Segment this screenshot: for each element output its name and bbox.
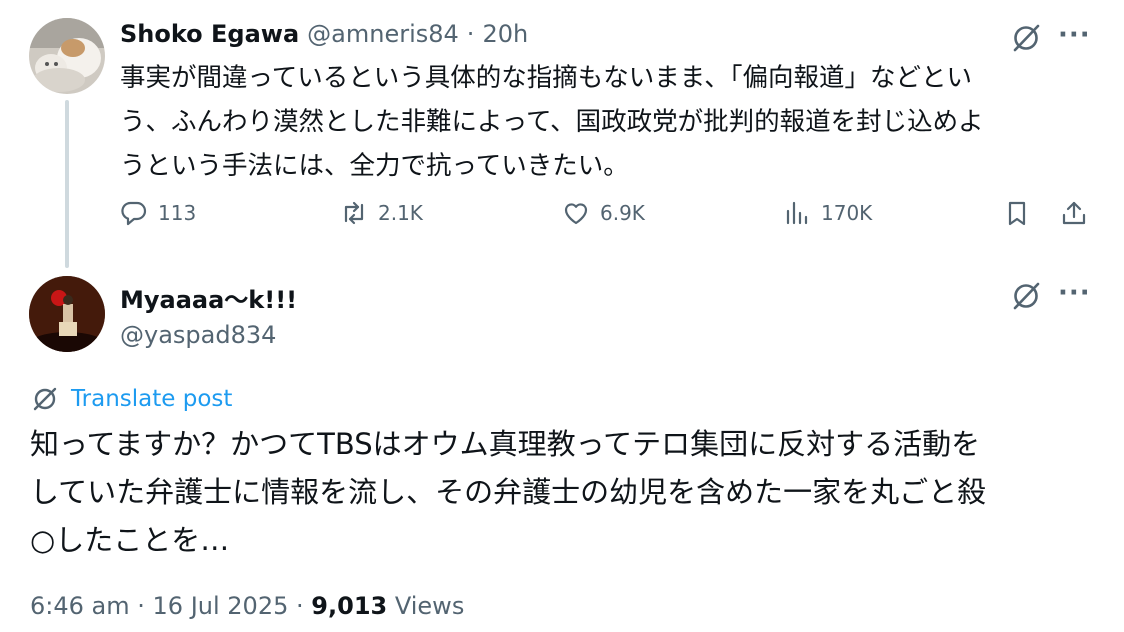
- main-author-block: Myaaaa〜k!!! @yaspad834: [120, 280, 297, 349]
- separator-dot: ·: [296, 592, 304, 620]
- avatar-myaaaa-k[interactable]: [29, 276, 105, 352]
- main-tweet-text: 知ってますか？かつてTBSはオウム真理教ってテロ集団に反対する活動を していた弁…: [30, 420, 1100, 564]
- views-button[interactable]: 170K: [783, 199, 872, 227]
- grok-button[interactable]: [1010, 280, 1042, 316]
- tweet-text-line: ○したことを…: [30, 523, 230, 557]
- separator-dot: ·: [137, 592, 145, 620]
- more-options-button[interactable]: ···: [1058, 20, 1091, 50]
- tweet-text-line: うという手法には、全力で抗っていきたい。: [120, 151, 629, 181]
- share-icon: [1062, 201, 1086, 225]
- views-count: 170K: [821, 201, 873, 225]
- tweet-text-line: していた弁護士に情報を流し、その弁護士の幼児を含めた一家を丸ごと殺: [30, 475, 987, 509]
- tweet-footer: 6:46 am · 16 Jul 2025 · 9,013 Views: [30, 592, 464, 620]
- post-date[interactable]: 16 Jul 2025: [153, 592, 289, 620]
- more-icon: ···: [1058, 278, 1091, 308]
- grok-icon: [33, 387, 57, 411]
- tweet-text-line: 事実が間違っているという具体的な指摘もないまま、「偏向報道」などとい: [120, 63, 972, 93]
- separator-dot: ·: [466, 20, 475, 48]
- tweet-time[interactable]: 20h: [482, 20, 528, 48]
- more-icon: ···: [1058, 20, 1091, 50]
- grok-button[interactable]: [1010, 22, 1042, 58]
- thread-connector: [65, 100, 69, 268]
- views-total: 9,013: [311, 592, 388, 620]
- avatar-shoko-egawa[interactable]: [29, 18, 105, 94]
- author-handle[interactable]: @amneris84: [307, 20, 459, 48]
- repost-button[interactable]: 2.1K: [340, 199, 423, 227]
- like-button[interactable]: 6.9K: [562, 199, 645, 227]
- parent-tweet-text: 事実が間違っているという具体的な指摘もないまま、「偏向報道」などとい う、ふんわ…: [120, 56, 1080, 188]
- parent-tweet-header: Shoko Egawa @amneris84 · 20h: [120, 20, 528, 48]
- bookmark-button[interactable]: [1003, 199, 1031, 227]
- repost-icon: [344, 201, 364, 225]
- reply-count: 113: [158, 201, 197, 225]
- reply-button[interactable]: 113: [120, 199, 196, 227]
- cat-avatar-image: [29, 18, 105, 94]
- tweet-text-line: う、ふんわり漠然とした非難によって、国政政党が批判的報道を封じ込めよ: [120, 107, 984, 137]
- more-options-button[interactable]: ···: [1058, 278, 1091, 308]
- grok-icon: [1013, 282, 1040, 310]
- translate-label: Translate post: [71, 386, 233, 412]
- like-count: 6.9K: [600, 201, 645, 225]
- repost-count: 2.1K: [378, 201, 423, 225]
- author-handle[interactable]: @yaspad834: [120, 321, 297, 349]
- bookmark-icon: [1008, 201, 1026, 226]
- post-time[interactable]: 6:46 am: [30, 592, 130, 620]
- author-name[interactable]: Shoko Egawa: [120, 20, 299, 48]
- stage-avatar-image: [29, 276, 105, 352]
- author-name[interactable]: Myaaaa〜k!!!: [120, 280, 297, 315]
- translate-post-link[interactable]: Translate post: [31, 385, 232, 413]
- views-icon: [786, 201, 808, 225]
- grok-icon: [1013, 24, 1040, 52]
- like-icon: [564, 203, 588, 225]
- views-label: Views: [394, 592, 465, 620]
- tweet-text-line: 知ってますか？かつてTBSはオウム真理教ってテロ集団に反対する活動を: [30, 427, 981, 461]
- share-button[interactable]: [1060, 199, 1088, 227]
- reply-icon: [121, 201, 147, 226]
